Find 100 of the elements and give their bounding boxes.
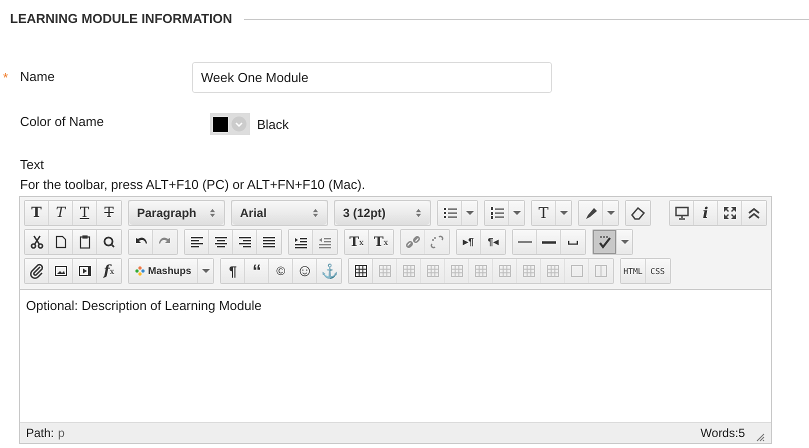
space-icon: [568, 240, 578, 244]
format-dropdown[interactable]: Paragraph: [129, 201, 224, 225]
caret-icon: [560, 211, 568, 215]
collapse-button[interactable]: [742, 201, 766, 225]
fullscreen-button[interactable]: [718, 201, 742, 225]
table-icon: [496, 263, 513, 279]
caret-icon: [466, 211, 474, 215]
table-icon: [520, 263, 537, 279]
monitor-icon: [674, 205, 690, 221]
name-input[interactable]: Week One Module: [192, 62, 552, 93]
info-button[interactable]: i: [694, 201, 718, 225]
path-value: p: [58, 426, 65, 440]
copyright-button[interactable]: ©: [269, 259, 294, 283]
underline-button[interactable]: T: [73, 201, 97, 225]
text-color-button[interactable]: T: [532, 201, 556, 225]
table-button[interactable]: [349, 259, 374, 283]
right-to-left-button[interactable]: ¶◂: [481, 230, 505, 254]
color-picker[interactable]: [210, 113, 250, 135]
numbered-list-button[interactable]: [485, 201, 509, 225]
mashups-button[interactable]: Mashups: [129, 259, 198, 283]
word-count: Words:5: [700, 426, 745, 440]
image-button[interactable]: [49, 259, 73, 283]
align-center-button[interactable]: [209, 230, 233, 254]
paperclip-icon: [28, 263, 44, 279]
square-icon: [568, 263, 585, 279]
find-button[interactable]: [97, 230, 121, 254]
menu-arrow-button[interactable]: [603, 201, 618, 225]
image-icon: [52, 263, 68, 279]
justify-icon: [261, 234, 277, 250]
color-value: Black: [257, 116, 289, 132]
preview-button[interactable]: [670, 201, 694, 225]
caret-icon: [620, 240, 628, 244]
toolbar-hint: For the toolbar, press ALT+F10 (PC) or ALT+FN+F10 (Mac).: [20, 177, 366, 192]
double-chevron-icon: [746, 205, 762, 221]
split-square-icon: [593, 263, 610, 279]
editor-text: Optional: Description of Learning Module: [26, 298, 262, 313]
resize-grip-icon[interactable]: [755, 432, 765, 442]
copy-button[interactable]: [49, 230, 73, 254]
align-right-icon: [236, 234, 252, 250]
numbered-list-icon: [488, 205, 504, 221]
required-mark: *: [2, 70, 10, 85]
menu-arrow-button[interactable]: [617, 230, 632, 254]
eraser-icon: [630, 205, 646, 221]
stepper-icon: [312, 208, 319, 218]
left-to-right-button[interactable]: ▸¶: [457, 230, 481, 254]
field-label: Color of Name: [20, 114, 105, 129]
menu-arrow-button[interactable]: [556, 201, 571, 225]
space-button[interactable]: [561, 230, 585, 254]
stepper-icon: [415, 208, 422, 218]
align-right-button[interactable]: [233, 230, 257, 254]
menu-arrow-button[interactable]: [462, 201, 477, 225]
italic-button[interactable]: T: [49, 201, 73, 225]
superscript-button[interactable]: T$^{x}$: [345, 230, 369, 254]
section-title: LEARNING MODULE INFORMATION: [10, 10, 232, 26]
quote-button[interactable]: “: [245, 259, 270, 283]
dots-icon: [135, 266, 145, 276]
checkmark-icon: [596, 234, 612, 250]
paste-button[interactable]: [73, 230, 97, 254]
thick-rule-button[interactable]: [537, 230, 561, 254]
format-dropdown[interactable]: 3 (12pt): [335, 201, 430, 225]
expand-icon: [722, 205, 738, 221]
horizontal-rule-button[interactable]: [513, 230, 537, 254]
undo-button[interactable]: [129, 230, 153, 254]
video-icon: [76, 263, 92, 279]
css-button[interactable]: CSS: [646, 259, 670, 283]
table-icon: [472, 263, 489, 279]
search-icon: [101, 234, 117, 250]
scissors-icon: [28, 234, 44, 250]
caret-icon: [512, 211, 520, 215]
table-icon: [376, 263, 393, 279]
indent-button[interactable]: [289, 230, 313, 254]
menu-arrow-button[interactable]: [198, 259, 214, 283]
anchor-button[interactable]: ⚓: [317, 259, 342, 283]
spellcheck-button[interactable]: [593, 230, 617, 254]
chevron-icon: [231, 116, 247, 132]
media-button[interactable]: [73, 259, 97, 283]
justify-button[interactable]: [257, 230, 281, 254]
bullet-list-button[interactable]: [438, 201, 462, 225]
bullet-list-icon: [442, 205, 458, 221]
align-left-button[interactable]: [185, 230, 209, 254]
align-left-icon: [188, 234, 204, 250]
link-icon: [404, 234, 420, 250]
align-center-icon: [212, 234, 228, 250]
field-label: Text: [20, 157, 45, 172]
strikethrough-button[interactable]: T: [97, 201, 121, 225]
table-icon: [424, 263, 441, 279]
caret-icon: [202, 269, 210, 273]
html-button[interactable]: HTML: [621, 259, 646, 283]
emoticon-button[interactable]: ☺: [293, 259, 318, 283]
format-dropdown[interactable]: Arial: [232, 201, 327, 225]
path-label: Path:: [26, 426, 54, 440]
bold-button[interactable]: T: [25, 201, 49, 225]
table-icon: [400, 263, 417, 279]
cut-button[interactable]: [25, 230, 49, 254]
field-label: Name: [20, 69, 56, 84]
paragraph-mark-button[interactable]: ¶: [221, 259, 246, 283]
highlight-button[interactable]: [579, 201, 603, 225]
menu-arrow-button[interactable]: [509, 201, 524, 225]
attach-button[interactable]: [25, 259, 49, 283]
table-icon: [448, 263, 465, 279]
